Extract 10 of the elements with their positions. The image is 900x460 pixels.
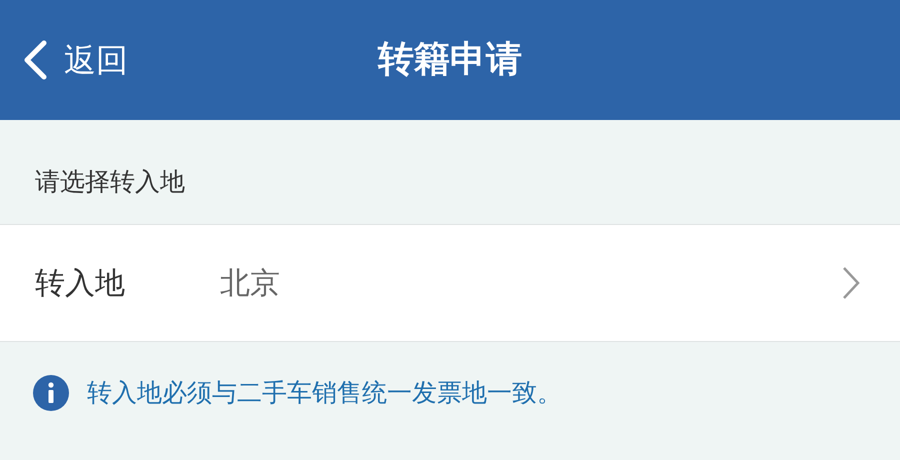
section-title: 请选择转入地 bbox=[35, 166, 185, 198]
info-icon bbox=[33, 374, 69, 411]
back-icon bbox=[22, 40, 48, 80]
back-button[interactable]: 返回 bbox=[0, 36, 128, 84]
page-title: 转籍申请 bbox=[378, 38, 522, 82]
chevron-right-icon bbox=[842, 266, 860, 300]
field-value: 北京 bbox=[220, 264, 281, 302]
notice-text: 转入地必须与二手车销售统一发票地一致。 bbox=[87, 377, 562, 409]
destination-row[interactable]: 转入地 北京 bbox=[0, 225, 900, 342]
field-label: 转入地 bbox=[35, 264, 126, 302]
